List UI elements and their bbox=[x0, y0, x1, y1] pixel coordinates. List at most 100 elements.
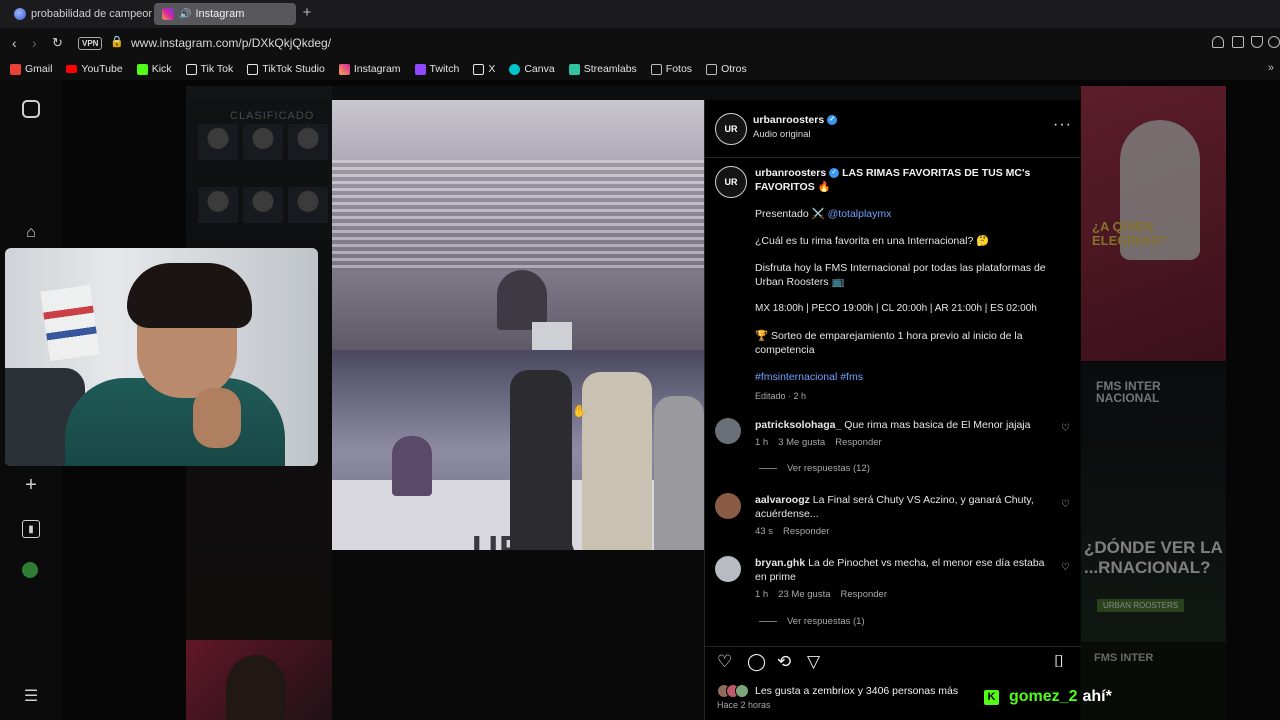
comment-meta: 43 s Responder bbox=[755, 526, 830, 537]
video-dj-figure bbox=[497, 270, 547, 330]
chat-username: gomez_2 bbox=[1009, 688, 1078, 705]
tiktok-icon bbox=[247, 63, 259, 75]
comment-text: bryan.ghk La de Pinochet vs mecha, el me… bbox=[755, 557, 1045, 583]
create-icon[interactable]: + bbox=[22, 475, 40, 495]
more-menu-icon[interactable]: ☰ bbox=[22, 688, 40, 706]
comment-like-heart-icon[interactable]: ♡ bbox=[1061, 562, 1070, 573]
new-tab-button[interactable]: + bbox=[299, 5, 315, 21]
repost-icon[interactable]: ⟲ bbox=[777, 653, 791, 671]
post-header: UR urbanroosters ✓ Audio original ··· bbox=[705, 100, 1081, 158]
tab-probabilidad[interactable]: probabilidad de campeona bbox=[6, 3, 152, 25]
back-icon[interactable]: ‹ bbox=[12, 35, 17, 51]
stream-chat-message: K gomez_2 ahí* bbox=[984, 688, 1112, 706]
address-bar: ‹ › ↻ VPN 🔒 www.instagram.com/p/DXkQkjQk… bbox=[0, 28, 1280, 58]
more-options-icon[interactable]: ··· bbox=[1053, 116, 1072, 134]
comment-avatar[interactable] bbox=[715, 418, 741, 444]
caption-title: urbanroosters ✓ LAS RIMAS FAVORITAS DE TU… bbox=[755, 166, 1055, 194]
comment-avatar[interactable] bbox=[715, 493, 741, 519]
bookmark-instagram[interactable]: Instagram bbox=[338, 63, 401, 75]
caption-edited: Editado · 2 h bbox=[755, 391, 807, 401]
comment-like-heart-icon[interactable]: ♡ bbox=[1061, 423, 1070, 434]
bookmark-page-icon[interactable] bbox=[1232, 36, 1244, 48]
mouse-cursor-icon: ✋ bbox=[572, 404, 587, 418]
flag-decoration bbox=[40, 284, 100, 362]
instagram-icon bbox=[338, 63, 350, 75]
bookmarks-bar: Gmail YouTube Kick Tik Tok TikTok Studio… bbox=[0, 58, 1280, 80]
tab-title: Instagram bbox=[195, 8, 245, 20]
kick-icon bbox=[136, 63, 148, 75]
comment-text: patricksolohaga_ Que rima mas basica de … bbox=[755, 419, 1031, 431]
bookmarks-more-icon[interactable]: » bbox=[1268, 62, 1274, 74]
globe-icon bbox=[14, 8, 26, 20]
reload-icon[interactable]: ↻ bbox=[52, 35, 63, 51]
post-video[interactable]: URBAN ROOS bbox=[332, 100, 704, 720]
bookmark-kick[interactable]: Kick bbox=[136, 63, 172, 75]
speaker-icon[interactable]: 🔊 bbox=[179, 9, 191, 20]
bookmark-tiktok[interactable]: Tik Tok bbox=[185, 63, 233, 75]
shield-icon[interactable] bbox=[1251, 36, 1263, 48]
caption-draw: 🏆 Sorteo de emparejamiento 1 hora previo… bbox=[755, 330, 1023, 356]
bookmark-twitch[interactable]: Twitch bbox=[414, 63, 459, 75]
mention-link[interactable]: @totalplaymx bbox=[828, 208, 892, 220]
share-icon[interactable]: ▽ bbox=[807, 653, 820, 671]
home-icon[interactable]: ⌂ bbox=[22, 224, 40, 242]
comment-avatar[interactable] bbox=[715, 556, 741, 582]
lock-icon[interactable]: 🔒 bbox=[110, 35, 124, 48]
post-details-panel: UR urbanroosters ✓ Audio original ··· UR … bbox=[704, 100, 1081, 720]
profile-avatar[interactable] bbox=[22, 562, 38, 578]
tab-title: probabilidad de campeona bbox=[31, 8, 152, 20]
twitch-icon bbox=[414, 63, 426, 75]
verified-badge-icon: ✓ bbox=[829, 168, 840, 179]
streamer-hair bbox=[127, 263, 252, 328]
video-bottom bbox=[332, 550, 704, 720]
caption-question: ¿Cuál es tu rima favorita en una Interna… bbox=[755, 235, 990, 247]
url-field[interactable]: www.instagram.com/p/DXkQkjQkdeg/ bbox=[131, 36, 331, 50]
bookmark-x[interactable]: X bbox=[473, 63, 495, 75]
comment-meta: 1 h 23 Me gusta Responder bbox=[755, 589, 887, 600]
liker-avatar bbox=[735, 684, 749, 698]
insights-icon[interactable]: ▮ bbox=[22, 520, 40, 538]
instagram-icon bbox=[162, 8, 174, 20]
bookmark-canva[interactable]: Canva bbox=[509, 63, 555, 75]
caption-schedule: MX 18:00h | PECO 19:00h | CL 20:00h | AR… bbox=[755, 303, 1037, 314]
bookmark-folder-fotos[interactable]: Fotos bbox=[650, 63, 692, 75]
author-username[interactable]: urbanroosters ✓ bbox=[753, 114, 838, 126]
canva-icon bbox=[509, 63, 521, 75]
youtube-icon bbox=[66, 65, 78, 73]
likes-summary[interactable]: Les gusta a zembriox y 3406 personas más bbox=[717, 684, 958, 698]
caption-hashtags[interactable]: #fmsinternacional #fms bbox=[755, 370, 1055, 384]
instagram-logo-icon[interactable] bbox=[22, 100, 40, 118]
webcam-overlay bbox=[5, 248, 318, 466]
comment-text: aalvaroogz La Final será Chuty VS Aczino… bbox=[755, 494, 1034, 520]
audio-label[interactable]: Audio original bbox=[753, 129, 811, 140]
comment-like-heart-icon[interactable]: ♡ bbox=[1061, 499, 1070, 510]
author-avatar[interactable]: UR bbox=[715, 113, 747, 145]
like-heart-icon[interactable]: ♡ bbox=[717, 653, 732, 671]
caption-promo: Disfruta hoy la FMS Internacional por to… bbox=[755, 262, 1046, 288]
bookmark-youtube[interactable]: YouTube bbox=[66, 63, 123, 75]
menu-icon[interactable] bbox=[1268, 36, 1280, 48]
save-bookmark-icon[interactable]: ⌷ bbox=[1054, 653, 1064, 671]
vpn-badge[interactable]: VPN bbox=[78, 37, 103, 50]
divider bbox=[759, 621, 777, 622]
tab-instagram[interactable]: 🔊 Instagram bbox=[154, 3, 296, 25]
streamer-hand bbox=[193, 388, 241, 448]
caption-username[interactable]: urbanroosters bbox=[755, 167, 826, 179]
divider bbox=[759, 468, 777, 469]
bookmark-gmail[interactable]: Gmail bbox=[10, 63, 52, 75]
view-replies-button[interactable]: Ver respuestas (12) bbox=[759, 463, 870, 474]
bookmark-streamlabs[interactable]: Streamlabs bbox=[568, 63, 637, 75]
chat-text: ahí* bbox=[1082, 688, 1112, 705]
forward-icon[interactable]: › bbox=[32, 35, 37, 51]
bookmark-folder-otros[interactable]: Otros bbox=[706, 63, 747, 75]
post-time: Hace 2 horas bbox=[717, 700, 771, 710]
view-replies-button[interactable]: Ver respuestas (1) bbox=[759, 616, 865, 627]
tiktok-icon bbox=[185, 63, 197, 75]
video-person bbox=[654, 396, 704, 576]
comment-icon[interactable]: ◯ bbox=[747, 653, 766, 671]
video-person bbox=[392, 436, 432, 496]
caption-avatar[interactable]: UR bbox=[715, 166, 747, 198]
bookmark-tiktok-studio[interactable]: TikTok Studio bbox=[247, 63, 325, 75]
pin-icon[interactable] bbox=[1212, 36, 1224, 48]
kick-badge-icon: K bbox=[984, 689, 999, 705]
